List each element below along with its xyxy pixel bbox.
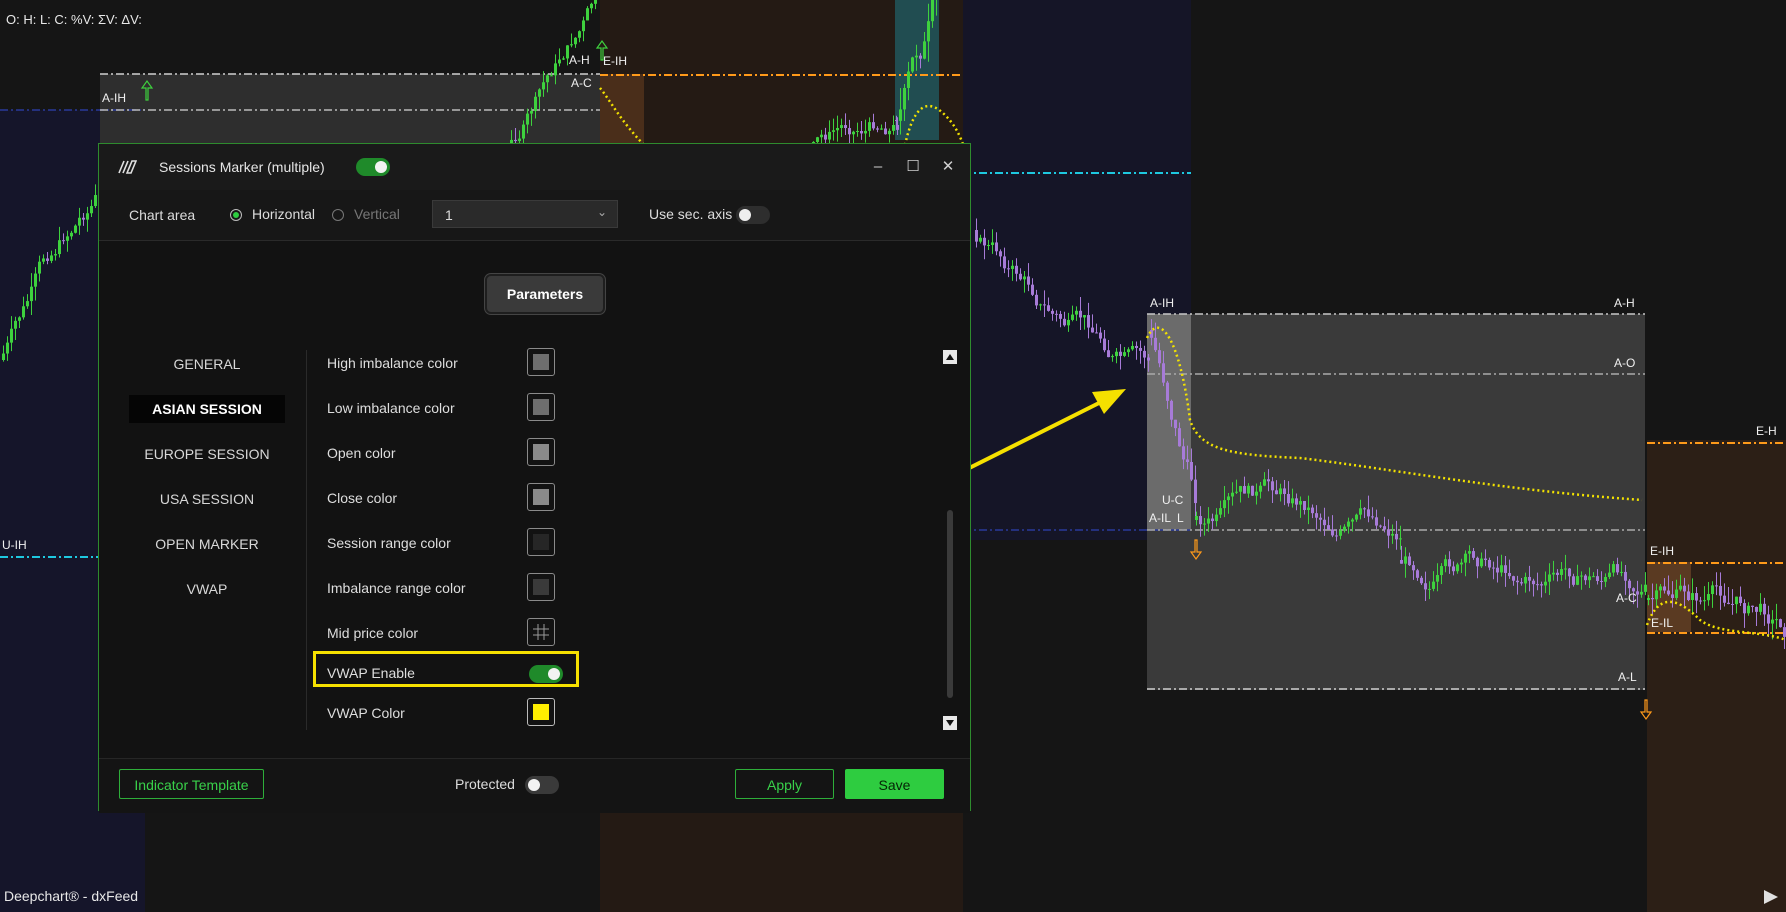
horizontal-label[interactable]: Horizontal	[252, 206, 315, 222]
indicator-template-button[interactable]: Indicator Template	[119, 769, 264, 799]
param-label: Close color	[327, 490, 398, 506]
nav-vwap[interactable]: VWAP	[129, 575, 285, 603]
grid-icon	[533, 624, 549, 640]
label-e-ih: E-IH	[1650, 544, 1674, 558]
color-swatch[interactable]	[527, 393, 555, 421]
param-label: Low imbalance color	[327, 400, 455, 416]
panel-select-value: 1	[445, 207, 453, 223]
chart-area-label: Chart area	[129, 207, 196, 223]
label-e-h: E-H	[1756, 424, 1777, 438]
indicator-enabled-toggle[interactable]	[356, 158, 390, 176]
dialog-footer: Indicator Template Protected Apply Save	[99, 758, 970, 813]
label-a-c-top: A-C	[571, 76, 592, 90]
protected-toggle[interactable]	[525, 776, 559, 794]
close-icon[interactable]: ✕	[937, 156, 959, 178]
europe-session-bg-right	[1647, 440, 1786, 912]
label-u-c: U-C	[1162, 493, 1184, 507]
minimize-icon[interactable]: –	[867, 156, 889, 178]
vertical-label[interactable]: Vertical	[354, 206, 400, 222]
color-swatch[interactable]	[527, 528, 555, 556]
label-a-o: A-O	[1614, 356, 1636, 370]
panel-divider	[306, 350, 307, 730]
color-swatch[interactable]	[527, 483, 555, 511]
dialog-title: Sessions Marker (multiple)	[159, 159, 325, 175]
chart-area-bar: Chart area Horizontal Vertical 1 ⌄ Use s…	[99, 190, 970, 241]
label-e-il: E-IL	[1651, 616, 1674, 630]
nav-asian-session[interactable]: ASIAN SESSION	[129, 395, 285, 423]
save-button[interactable]: Save	[845, 769, 944, 799]
param-label: Imbalance range color	[327, 580, 466, 596]
dialog-titlebar[interactable]: Sessions Marker (multiple) – ☐ ✕	[99, 144, 970, 190]
label-a-l: A-L	[1618, 670, 1637, 684]
asian-session-range	[1147, 314, 1645, 690]
param-label: VWAP Color	[327, 705, 405, 721]
nav-europe-session[interactable]: EUROPE SESSION	[129, 440, 285, 468]
maximize-icon[interactable]: ☐	[902, 156, 924, 178]
param-label: Open color	[327, 445, 396, 461]
europe-imbalance-top	[600, 74, 644, 144]
panel-select[interactable]: 1 ⌄	[432, 200, 618, 228]
use-sec-axis-toggle[interactable]	[736, 206, 770, 224]
highlight-box	[313, 651, 579, 687]
vertical-radio[interactable]	[332, 209, 344, 221]
label-l: L	[1177, 511, 1184, 525]
color-swatch[interactable]	[527, 698, 555, 726]
label-a-ih-top: A-IH	[102, 91, 126, 105]
label-e-ih-top: E-IH	[603, 54, 627, 68]
label-a-ih: A-IH	[1150, 296, 1174, 310]
param-label: Mid price color	[327, 625, 419, 641]
horizontal-radio[interactable]	[230, 209, 242, 221]
param-label: Session range color	[327, 535, 451, 551]
label-a-h: A-H	[1614, 296, 1635, 310]
label-a-h-top: A-H	[569, 53, 590, 67]
color-swatch[interactable]	[527, 348, 555, 376]
label-a-il: A-IL	[1149, 511, 1172, 525]
play-icon[interactable]	[1762, 888, 1780, 906]
ohlc-readout: O: H: L: C: %V: ΣV: ΔV:	[6, 12, 142, 27]
app-logo-icon	[118, 160, 137, 174]
indicator-settings-dialog: Sessions Marker (multiple) – ☐ ✕ Chart a…	[98, 143, 971, 813]
color-swatch[interactable]	[527, 618, 555, 646]
scrollbar[interactable]	[943, 350, 957, 730]
protected-label: Protected	[455, 776, 515, 792]
nav-open-marker[interactable]: OPEN MARKER	[129, 530, 285, 558]
nav-usa-session[interactable]: USA SESSION	[129, 485, 285, 513]
color-swatch[interactable]	[527, 573, 555, 601]
label-a-c: A-C	[1616, 591, 1637, 605]
apply-button[interactable]: Apply	[735, 769, 834, 799]
param-label: High imbalance color	[327, 355, 458, 371]
parameters-tab[interactable]: Parameters	[485, 274, 605, 314]
chevron-down-icon: ⌄	[596, 205, 607, 219]
color-swatch[interactable]	[527, 438, 555, 466]
data-feed-label: Deepchart® - dxFeed	[4, 888, 139, 904]
nav-general[interactable]: GENERAL	[129, 350, 285, 378]
label-u-ih: U-IH	[2, 538, 27, 552]
use-sec-axis-label: Use sec. axis	[649, 206, 733, 222]
